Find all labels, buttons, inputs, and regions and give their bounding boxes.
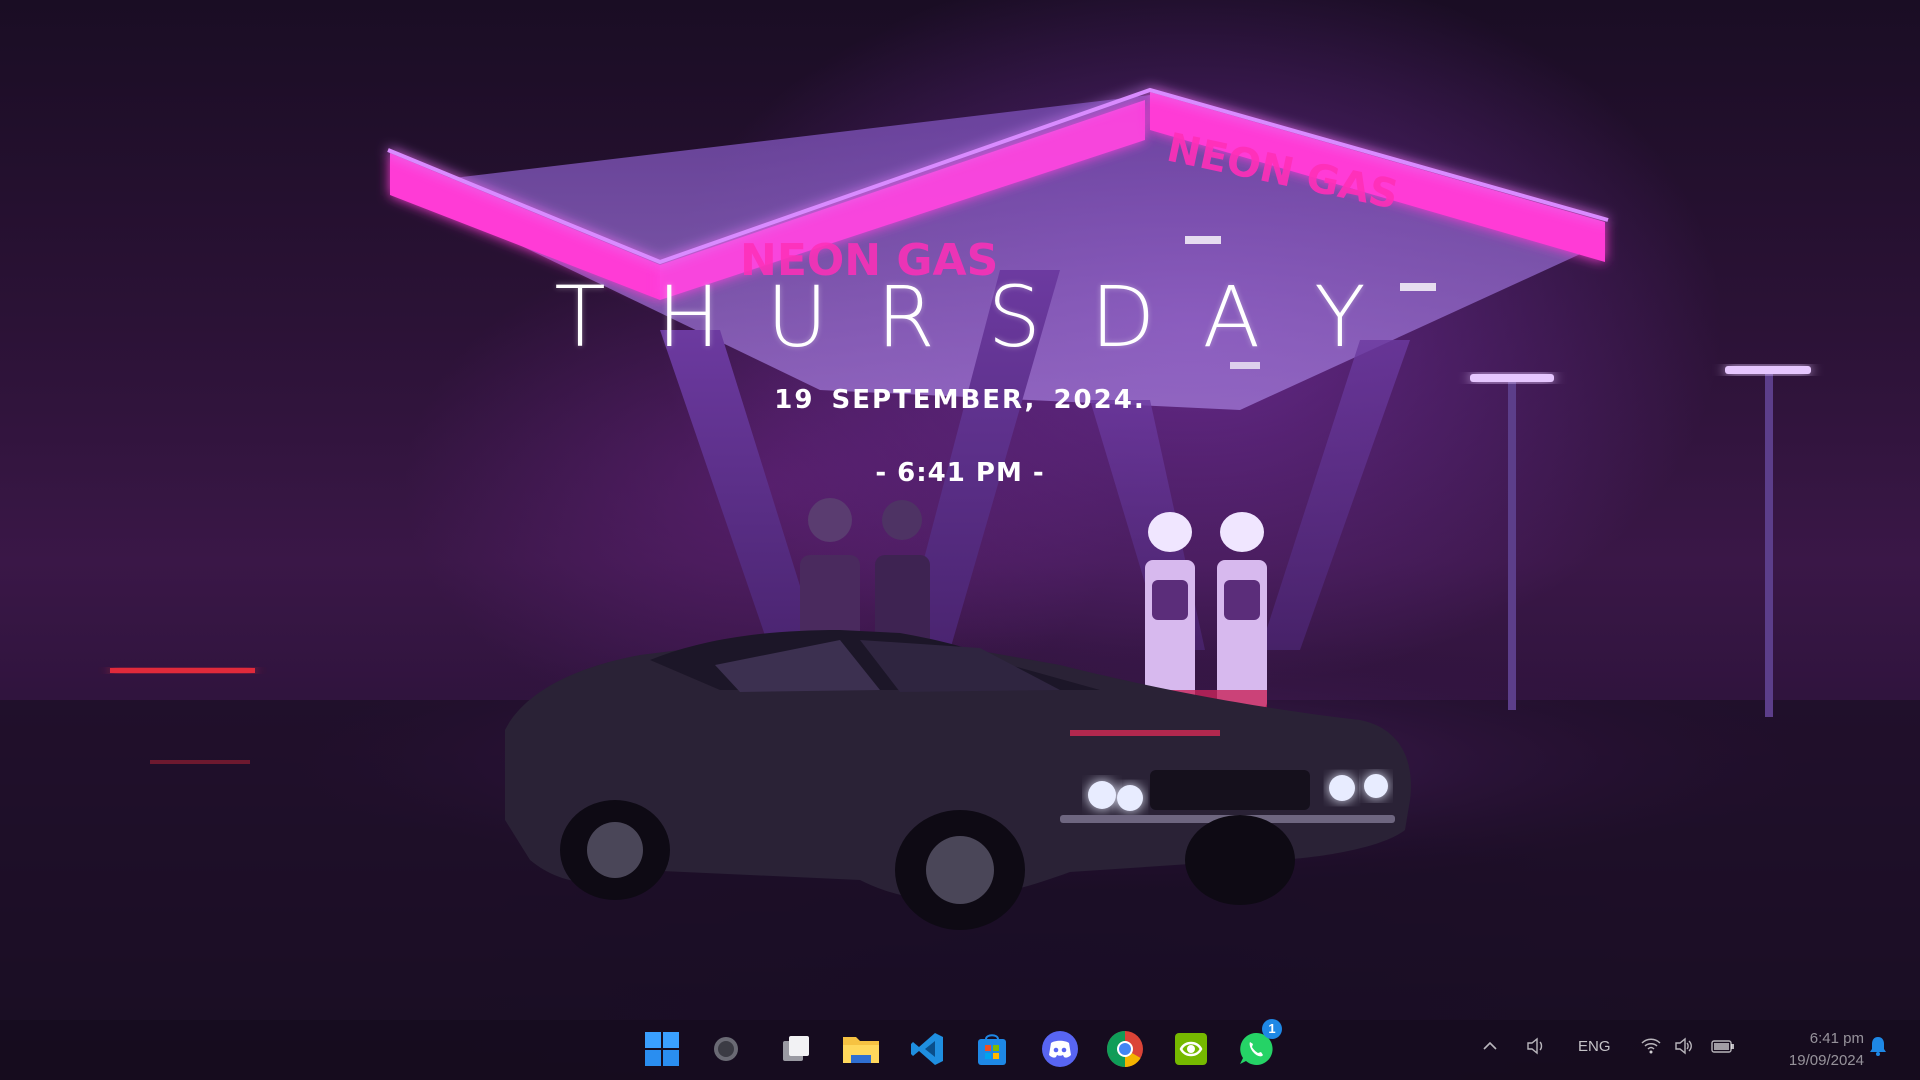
language-indicator[interactable]: ENG xyxy=(1578,1030,1611,1062)
bell-icon xyxy=(1870,1037,1886,1056)
taskbar xyxy=(0,1020,1920,1080)
tray-overflow-button[interactable] xyxy=(1480,1030,1500,1062)
search-button[interactable] xyxy=(702,1025,750,1073)
vscode-button[interactable] xyxy=(903,1025,951,1073)
wallpaper: NEON GAS NEON GAS xyxy=(0,87,1920,1080)
speaker-icon xyxy=(1527,1037,1543,1055)
discord-icon xyxy=(1042,1031,1078,1067)
desktop: NEON GAS NEON GAS T H U R S D A Y 19 SEP… xyxy=(0,0,1920,1080)
wifi-icon xyxy=(1641,1038,1661,1054)
circle-search-icon xyxy=(714,1037,738,1061)
widget-time: - 6:41 PM - xyxy=(875,458,1045,488)
nvidia-button[interactable] xyxy=(1167,1025,1215,1073)
battery-icon xyxy=(1711,1040,1734,1053)
taskbar-date: 19/09/2024 xyxy=(1788,1052,1864,1069)
taskbar-clock[interactable]: 6:41 pm 19/09/2024 xyxy=(1752,1020,1864,1080)
tray-speaker-button[interactable] xyxy=(1525,1030,1547,1062)
day-letter: D xyxy=(1090,268,1156,366)
windows-logo-icon xyxy=(645,1032,679,1066)
day-letter: H xyxy=(656,268,721,366)
file-explorer-button[interactable] xyxy=(837,1025,885,1073)
task-view-icon xyxy=(783,1036,809,1061)
day-letter: T xyxy=(554,268,606,366)
day-letter: R xyxy=(876,268,935,366)
day-letter: U xyxy=(766,268,828,366)
tray-wifi-button[interactable] xyxy=(1640,1030,1662,1062)
chrome-icon xyxy=(1106,1031,1143,1067)
discord-button[interactable] xyxy=(1036,1025,1084,1073)
microsoft-store-button[interactable] xyxy=(968,1025,1016,1073)
language-label: ENG xyxy=(1578,1037,1611,1055)
chevron-up-icon xyxy=(1483,1041,1497,1050)
nvidia-icon xyxy=(1175,1033,1207,1065)
chrome-button[interactable] xyxy=(1101,1025,1149,1073)
tray-battery-button[interactable] xyxy=(1710,1030,1736,1062)
day-of-week: THURSDAY xyxy=(540,272,1380,362)
widget-date: 19 SEPTEMBER, 2024. xyxy=(774,385,1146,415)
tray-volume-button[interactable] xyxy=(1673,1030,1695,1062)
taskbar-time: 6:41 pm xyxy=(1809,1030,1864,1047)
whatsapp-notification-badge: 1 xyxy=(1262,1019,1282,1039)
notifications-button[interactable] xyxy=(1866,1030,1890,1062)
volume-icon xyxy=(1675,1037,1692,1055)
store-icon xyxy=(978,1034,1006,1065)
start-button[interactable] xyxy=(638,1025,686,1073)
folder-icon xyxy=(843,1037,879,1063)
day-letter: Y xyxy=(1314,268,1366,366)
day-letter: A xyxy=(1202,268,1261,366)
day-letter: S xyxy=(987,268,1041,366)
task-view-button[interactable] xyxy=(772,1025,820,1073)
vscode-icon xyxy=(911,1033,943,1065)
